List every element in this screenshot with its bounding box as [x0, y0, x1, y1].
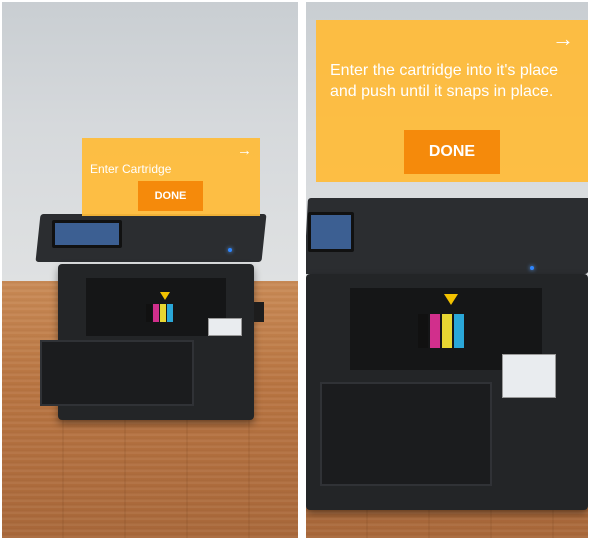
- instruction-sticker: [502, 354, 556, 398]
- instruction-sticker: [208, 318, 242, 336]
- cartridge-cyan: [454, 314, 464, 348]
- printer-touchscreen: [308, 212, 354, 252]
- slot-arrow-icon: [444, 294, 458, 305]
- slot-arrow-icon: [160, 292, 170, 300]
- cartridge-cyan: [167, 304, 173, 322]
- paper-tray: [320, 382, 492, 486]
- cartridge-magenta: [153, 304, 159, 322]
- cartridge-black: [146, 304, 152, 322]
- power-led: [228, 248, 232, 252]
- printer-touchscreen: [52, 220, 122, 248]
- done-button[interactable]: DONE: [138, 181, 203, 211]
- next-arrow-icon[interactable]: →: [552, 26, 574, 52]
- cartridge-yellow: [442, 314, 452, 348]
- instruction-card: → Enter Cartridge DONE: [82, 138, 260, 216]
- instruction-text: Enter Cartridge: [90, 162, 172, 176]
- next-arrow-icon[interactable]: →: [237, 142, 252, 159]
- power-cable: [254, 302, 264, 322]
- power-led: [530, 266, 534, 270]
- cartridge-black: [418, 314, 428, 348]
- instruction-card: → Enter the cartridge into it's place an…: [316, 20, 588, 182]
- cartridge-magenta: [430, 314, 440, 348]
- instruction-text: Enter the cartridge into it's place and …: [330, 62, 559, 100]
- cartridge-yellow: [160, 304, 166, 322]
- left-camera-view: → Enter Cartridge DONE: [2, 2, 298, 538]
- right-camera-view: → Enter the cartridge into it's place an…: [306, 2, 588, 538]
- done-button[interactable]: DONE: [404, 130, 500, 174]
- paper-tray: [40, 340, 194, 406]
